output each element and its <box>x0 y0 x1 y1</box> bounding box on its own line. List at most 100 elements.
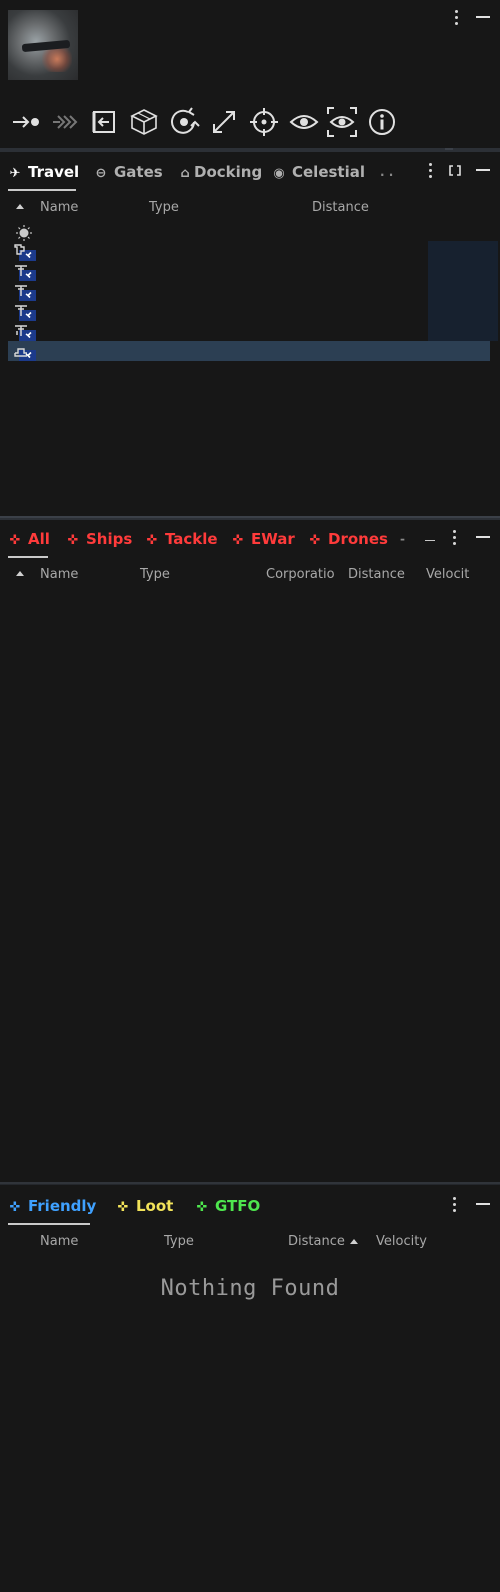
ships-tab-bar: ✜ All ✜ Ships ✜ Tackle ✜ EWar ✜ Drones - <box>0 520 500 558</box>
column-header-distance[interactable]: Distance <box>288 1234 345 1249</box>
column-header-name[interactable]: Name <box>40 567 78 582</box>
tab-gtfo[interactable]: ✜ GTFO <box>195 1187 261 1225</box>
hostile-bracket-icon: ✜ <box>67 533 79 548</box>
panel-divider[interactable] <box>0 148 500 152</box>
table-row[interactable] <box>8 301 498 321</box>
minimize-icon[interactable] <box>476 536 490 538</box>
active-tab-indicator <box>8 556 48 558</box>
tab-label: - <box>400 532 405 546</box>
hostile-bracket-icon: ✜ <box>309 533 321 548</box>
open-cargo-icon[interactable] <box>128 106 160 138</box>
table-row[interactable] <box>8 281 498 301</box>
tab-label: Docking <box>194 163 263 181</box>
tab-label: Celestial <box>292 163 366 181</box>
column-header-distance[interactable]: Distance <box>348 567 405 582</box>
gate-icon: ⊖ <box>95 166 107 181</box>
row-highlight <box>428 241 498 261</box>
airplane-icon: ✈ <box>9 166 21 181</box>
column-header-name[interactable]: Name <box>40 200 78 215</box>
planet-icon: ◉ <box>273 166 285 181</box>
minimize-icon[interactable] <box>476 16 490 18</box>
column-header-distance[interactable]: Distance <box>312 200 369 215</box>
tab-label: EWar <box>251 530 295 548</box>
dock-icon[interactable] <box>88 106 120 138</box>
column-header-velocity[interactable]: Velocit <box>426 567 469 582</box>
tab-label: Ships <box>86 530 133 548</box>
column-header-velocity[interactable]: Velocity <box>376 1234 427 1249</box>
station-icon <box>12 263 36 281</box>
tab-ships[interactable]: ✜ Ships <box>66 520 133 558</box>
tab-label: Travel <box>28 163 80 181</box>
tab-tackle[interactable]: ✜ Tackle <box>145 520 218 558</box>
look-at-icon[interactable] <box>288 106 320 138</box>
tab-loot[interactable]: ✜ Loot <box>116 1187 174 1225</box>
tab-drones[interactable]: ✜ Drones <box>308 520 388 558</box>
lock-target-icon[interactable] <box>248 106 280 138</box>
warp-icon[interactable] <box>50 106 82 138</box>
station-icon <box>12 283 36 301</box>
tab-label: All <box>28 530 50 548</box>
sort-ascending-icon[interactable] <box>16 204 24 209</box>
tab-label: GTFO <box>215 1197 261 1215</box>
hostile-bracket-icon: ✜ <box>146 533 158 548</box>
column-header-type[interactable]: Type <box>164 1234 194 1249</box>
active-tab-indicator <box>8 189 76 191</box>
panel-menu-icon[interactable] <box>454 10 458 26</box>
column-header-corporation[interactable]: Corporatio <box>266 567 335 582</box>
friendly-tab-bar: ✜ Friendly ✜ Loot ✜ GTFO <box>0 1187 500 1225</box>
gtfo-bracket-icon: ✜ <box>196 1200 208 1215</box>
active-tab-indicator <box>8 1223 90 1225</box>
tab-docking[interactable]: ⌂ Docking <box>180 153 262 191</box>
orbit-icon[interactable] <box>168 106 200 138</box>
table-row-selected[interactable] <box>8 341 490 361</box>
row-highlight <box>428 301 498 321</box>
collapse-icon[interactable] <box>425 540 435 541</box>
show-info-icon[interactable] <box>366 106 398 138</box>
keep-at-range-icon[interactable] <box>208 106 240 138</box>
tab-label: Tackle <box>165 530 218 548</box>
table-row[interactable] <box>8 221 490 241</box>
set-interest-icon[interactable] <box>326 106 358 138</box>
column-header-name[interactable]: Name <box>40 1234 78 1249</box>
tab-celestial[interactable]: ◉ Celestial <box>272 153 365 191</box>
tab-ewar[interactable]: ✜ EWar <box>231 520 295 558</box>
station-icon <box>12 323 36 341</box>
panel-menu-icon[interactable] <box>452 1197 456 1213</box>
sort-ascending-icon[interactable] <box>16 571 24 576</box>
row-highlight <box>428 281 498 301</box>
table-row[interactable] <box>8 241 498 261</box>
tab-friendly[interactable]: ✜ Friendly <box>8 1187 97 1225</box>
tab-all[interactable]: ✜ All <box>8 520 50 558</box>
tab-overflow[interactable]: - <box>400 520 405 558</box>
station-icon <box>12 303 36 321</box>
travel-tab-bar: ✈ Travel ⊖ Gates ⌂ Docking ◉ Celestial . . <box>0 153 500 191</box>
column-header-type[interactable]: Type <box>140 567 170 582</box>
panel-divider[interactable] <box>0 1182 500 1185</box>
minimize-icon[interactable] <box>476 169 490 171</box>
panel-menu-icon[interactable] <box>428 163 432 179</box>
row-highlight <box>428 321 498 341</box>
empty-state-message: Nothing Found <box>160 1276 340 1301</box>
tab-label: . . <box>380 165 394 179</box>
compact-mode-icon[interactable] <box>449 164 461 176</box>
table-row[interactable] <box>8 321 498 341</box>
tab-label: Friendly <box>28 1197 97 1215</box>
column-header-type[interactable]: Type <box>149 200 179 215</box>
approach-icon[interactable] <box>10 106 42 138</box>
sun-icon <box>12 223 36 241</box>
tab-label: Drones <box>328 530 388 548</box>
ship-thumbnail[interactable] <box>8 10 78 80</box>
minimize-icon[interactable] <box>476 1203 490 1205</box>
tab-travel[interactable]: ✈ Travel <box>8 153 80 191</box>
tab-label: Loot <box>136 1197 174 1215</box>
tab-label: Gates <box>114 163 163 181</box>
stargate-icon <box>12 243 36 261</box>
tab-gates[interactable]: ⊖ Gates <box>94 153 163 191</box>
stargate-icon <box>12 343 36 361</box>
hostile-bracket-icon: ✜ <box>9 533 21 548</box>
table-row[interactable] <box>8 261 498 281</box>
tab-overflow[interactable]: . . <box>380 153 393 191</box>
panel-menu-icon[interactable] <box>452 530 456 546</box>
hostile-bracket-icon: ✜ <box>232 533 244 548</box>
sort-ascending-icon[interactable] <box>350 1239 358 1244</box>
